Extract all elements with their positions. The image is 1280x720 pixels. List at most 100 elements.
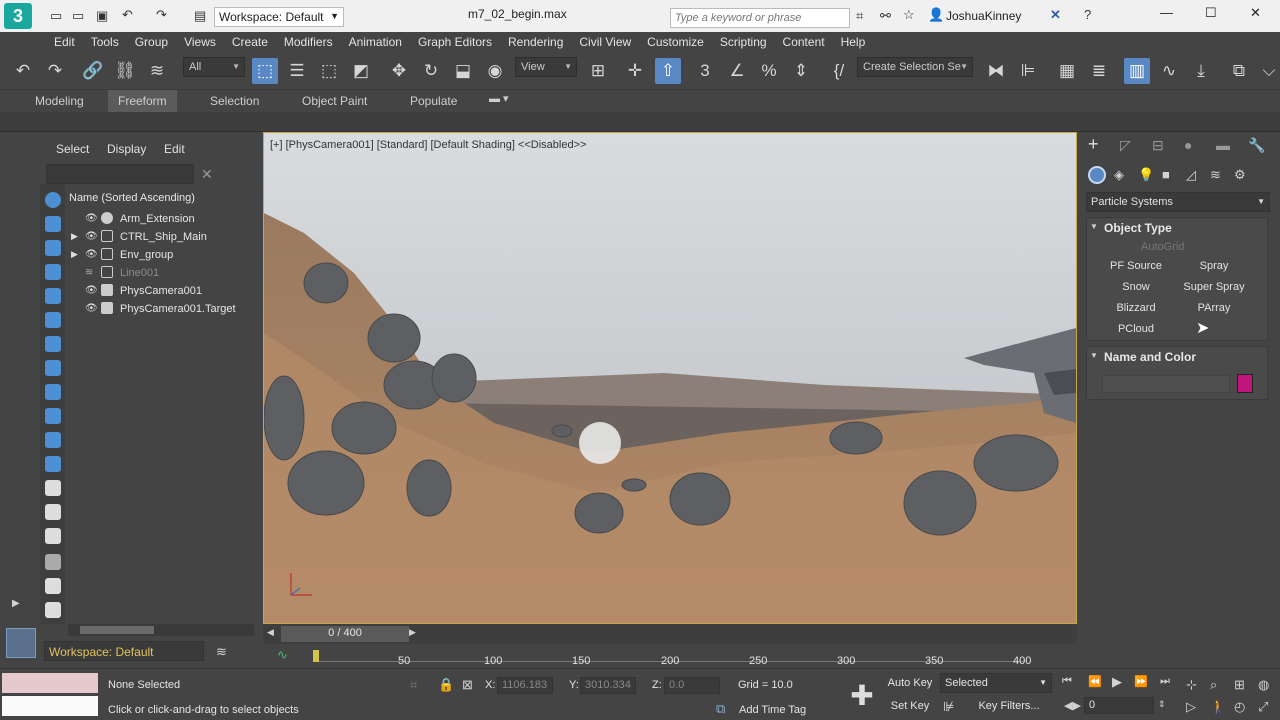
display-groups-icon[interactable]	[45, 360, 61, 376]
local-scene-icon[interactable]	[45, 602, 61, 618]
snaps-toggle-icon[interactable]: 3	[692, 58, 718, 84]
expand-arrow-icon[interactable]: ▶	[71, 249, 78, 260]
toggle-ribbon-icon[interactable]: ▥	[1124, 58, 1150, 84]
time-config-icon[interactable]: ⇕	[1158, 699, 1166, 710]
toggle-scene-explorer-icon[interactable]: ▦	[1054, 58, 1080, 84]
category-dropdown[interactable]: Particle Systems ▼	[1086, 192, 1270, 212]
selection-filter-dropdown[interactable]: All ▼	[183, 57, 245, 77]
display-helpers-icon[interactable]	[45, 336, 61, 352]
eye-icon[interactable]: 👁	[85, 231, 98, 242]
menu-content[interactable]: Content	[775, 32, 833, 52]
keyboard-shortcut-override-icon[interactable]: ⇧	[655, 58, 681, 84]
shapes-category-icon[interactable]: ◈	[1114, 167, 1124, 183]
key-filter-icon[interactable]: ⊯	[943, 699, 954, 715]
maxscript-listener[interactable]	[2, 673, 98, 693]
key-mode-dropdown[interactable]: Selected ▼	[940, 673, 1052, 693]
display-tab-icon[interactable]: ▬	[1216, 137, 1230, 153]
collapse-arrow-icon[interactable]: ▼	[1090, 222, 1098, 231]
search-input[interactable]: Type a keyword or phrase	[670, 8, 850, 28]
menu-tools[interactable]: Tools	[83, 32, 127, 52]
object-type-header[interactable]: Object Type	[1104, 221, 1172, 235]
scene-menu-select[interactable]: Select	[56, 142, 89, 156]
named-selection-set-dropdown[interactable]: Create Selection Se ▼	[857, 57, 973, 77]
eye-icon[interactable]: 👁	[85, 213, 98, 224]
list-item[interactable]: 👁 Arm_Extension	[65, 211, 257, 229]
menu-create[interactable]: Create	[224, 32, 276, 52]
angle-snap-icon[interactable]: ∠	[724, 58, 750, 84]
hidden-layer-icon[interactable]: ≋	[85, 267, 93, 278]
unlink-icon[interactable]: ⛓	[112, 58, 138, 84]
spray-button[interactable]: Spray	[1181, 257, 1247, 275]
key-filters-button[interactable]: Key Filters...	[964, 696, 1054, 716]
move-icon[interactable]: ✥	[386, 58, 412, 84]
display-containers-icon[interactable]	[45, 408, 61, 424]
display-hidden-icon[interactable]	[45, 456, 61, 472]
current-frame-marker[interactable]	[313, 650, 319, 662]
expand-arrow-icon[interactable]: ▶	[12, 598, 20, 609]
menu-graph-editors[interactable]: Graph Editors	[410, 32, 500, 52]
eye-icon[interactable]: 👁	[85, 303, 98, 314]
go-to-end-icon[interactable]: ⏭	[1160, 675, 1170, 688]
workspace-dropdown[interactable]: Workspace: Default ▼	[214, 7, 344, 27]
help-icon[interactable]: ?	[1084, 7, 1091, 22]
menu-scripting[interactable]: Scripting	[712, 32, 775, 52]
helpers-category-icon[interactable]: ◿	[1186, 167, 1196, 183]
menu-group[interactable]: Group	[127, 32, 176, 52]
favorites-star-icon[interactable]: ☆	[903, 7, 915, 23]
orbit-icon[interactable]: ◍	[1258, 677, 1269, 693]
selection-lock-icon[interactable]: 🔒	[438, 677, 454, 693]
redo-icon[interactable]: ↷	[42, 58, 68, 84]
app-logo[interactable]: 3	[4, 3, 32, 29]
schematic-view-icon[interactable]: ⤓	[1188, 58, 1214, 84]
scene-workspace-dropdown[interactable]: Workspace: Default	[44, 641, 204, 661]
display-bones-icon[interactable]	[45, 384, 61, 400]
current-frame-field[interactable]: 0	[1084, 697, 1154, 714]
binoculars-icon[interactable]: ⌗	[856, 8, 863, 24]
absolute-mode-icon[interactable]: ⊠	[462, 677, 473, 693]
display-spacewarps-icon[interactable]	[45, 312, 61, 328]
pcloud-button[interactable]: PCloud	[1103, 320, 1169, 338]
find-icon[interactable]	[45, 578, 61, 594]
window-crossing-icon[interactable]: ◩	[348, 58, 374, 84]
eye-icon[interactable]: 👁	[85, 285, 98, 296]
link-icon[interactable]: 🔗	[80, 58, 106, 84]
maximize-icon[interactable]: ☐	[1205, 5, 1217, 21]
list-item[interactable]: ▶ 👁 Env_group	[65, 247, 257, 265]
pan-icon[interactable]: ▷	[1186, 699, 1196, 715]
undo-icon[interactable]: ↶	[122, 7, 133, 23]
subscription-icon[interactable]: ⚯	[880, 8, 891, 24]
ribbon-options-icon[interactable]: ▬ ▾	[489, 92, 509, 105]
save-file-icon[interactable]: ▣	[96, 8, 108, 24]
display-children-icon[interactable]	[45, 504, 61, 520]
create-tab-icon[interactable]: +	[1088, 134, 1099, 155]
x-coordinate-field[interactable]: 1106.183	[497, 677, 553, 694]
y-coordinate-field[interactable]: 3010.334	[580, 677, 636, 694]
modify-tab-icon[interactable]: ◸	[1120, 137, 1131, 154]
super-spray-button[interactable]: Super Spray	[1181, 278, 1247, 296]
auto-key-button[interactable]: Auto Key	[886, 673, 934, 693]
cameras-category-icon[interactable]: ■	[1162, 167, 1170, 182]
motion-tab-icon[interactable]: ●	[1184, 137, 1192, 153]
scene-menu-display[interactable]: Display	[107, 142, 146, 156]
list-item[interactable]: ≋ Line001	[65, 265, 257, 283]
menu-rendering[interactable]: Rendering	[500, 32, 571, 52]
go-to-start-icon[interactable]: ⏮	[1062, 675, 1072, 688]
place-icon[interactable]: ◉	[482, 58, 508, 84]
user-icon[interactable]: 👤	[928, 7, 944, 23]
layers-icon[interactable]: ≋	[216, 644, 227, 660]
set-key-big-button[interactable]: ✚	[844, 677, 880, 713]
pivot-center-icon[interactable]: ⊞	[585, 58, 611, 84]
display-xrefs-icon[interactable]	[45, 432, 61, 448]
tab-selection[interactable]: Selection	[210, 94, 259, 108]
name-color-header[interactable]: Name and Color	[1104, 350, 1196, 364]
tab-freeform[interactable]: Freeform	[108, 90, 177, 112]
add-time-tag[interactable]: Add Time Tag	[739, 704, 806, 716]
bind-space-warp-icon[interactable]: ≋	[144, 58, 170, 84]
mirror-icon[interactable]: ⧓	[983, 58, 1009, 84]
autogrid-checkbox[interactable]: AutoGrid	[1130, 241, 1184, 253]
maximize-viewport-icon[interactable]: ⤢	[1258, 699, 1268, 715]
previous-key-icon[interactable]: ⏪	[1088, 675, 1102, 688]
field-of-view-icon[interactable]: ⊞	[1234, 677, 1245, 693]
time-tag-icon[interactable]: ⧉	[716, 701, 725, 717]
menu-modifiers[interactable]: Modifiers	[276, 32, 341, 52]
